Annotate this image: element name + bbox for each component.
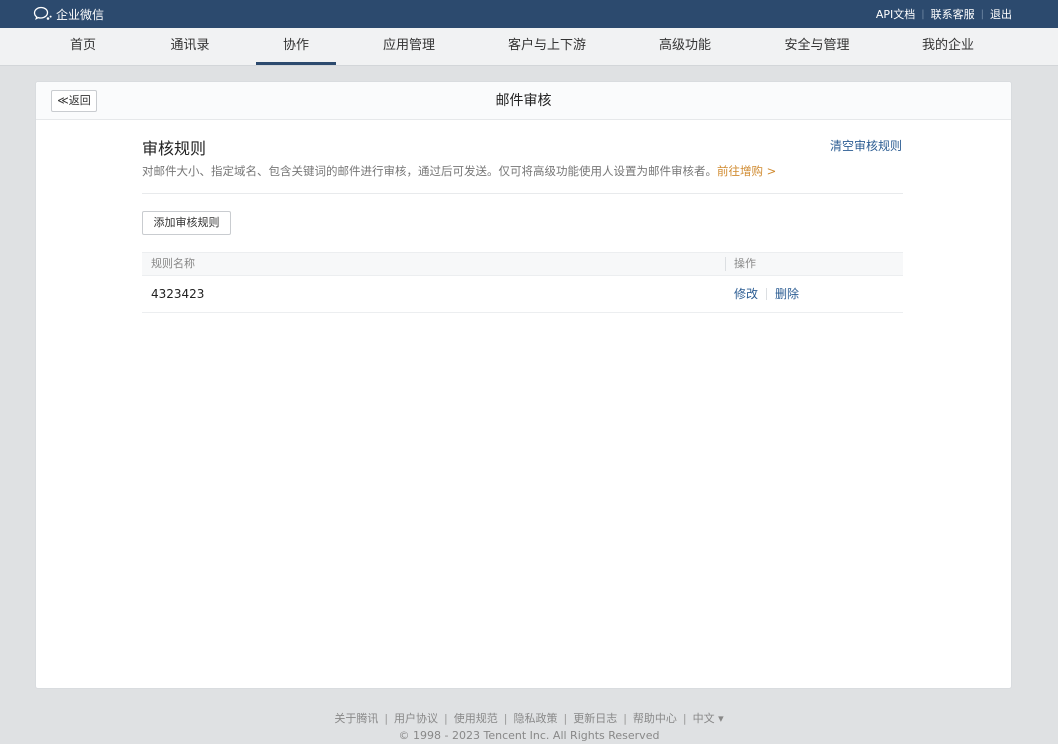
api-docs-link[interactable]: API文档 xyxy=(876,6,915,22)
delete-rule-link[interactable]: 删除 xyxy=(775,276,799,312)
clear-rules-link[interactable]: 清空审核规则 xyxy=(830,137,902,154)
nav-security[interactable]: 安全与管理 xyxy=(784,28,849,65)
nav-contacts[interactable]: 通讯录 xyxy=(170,28,209,65)
nav-collaboration[interactable]: 协作 xyxy=(283,28,309,65)
section-title: 审核规则 xyxy=(142,139,207,158)
header-separator xyxy=(725,257,726,271)
card-header: ≪返回 邮件审核 xyxy=(36,82,1011,120)
mail-review-card: ≪返回 邮件审核 审核规则 清空审核规则 对邮件大小、指定域名、包含关键词的邮件… xyxy=(35,81,1012,689)
main-nav: 首页 通讯录 协作 应用管理 客户与上下游 高级功能 安全与管理 我的企业 xyxy=(0,28,1058,66)
nav-active-indicator xyxy=(256,62,336,65)
footer-privacy[interactable]: 隐私政策 xyxy=(513,712,557,725)
header-actions: 操作 xyxy=(734,257,756,270)
footer-usage-rules[interactable]: 使用规范 xyxy=(454,712,498,725)
top-link-separator: | xyxy=(921,8,925,20)
table-row: 4323423 修改 删除 xyxy=(142,276,903,313)
logout-link[interactable]: 退出 xyxy=(990,6,1012,22)
top-bar: 企业微信 API文档 | 联系客服 | 退出 xyxy=(0,0,1058,28)
rule-name-cell: 4323423 xyxy=(151,287,205,301)
brand-name: 企业微信 xyxy=(56,7,105,22)
footer-user-agreement[interactable]: 用户协议 xyxy=(394,712,438,725)
nav-customers[interactable]: 客户与上下游 xyxy=(508,28,586,65)
nav-my-company[interactable]: 我的企业 xyxy=(922,28,974,65)
footer-links: 关于腾讯 | 用户协议 | 使用规范 | 隐私政策 | 更新日志 | 帮助中心 | 中文 ▾ xyxy=(334,712,724,725)
wecom-logo-icon xyxy=(33,6,52,21)
edit-rule-link[interactable]: 修改 xyxy=(734,276,758,312)
section-divider xyxy=(142,193,903,194)
rules-description: 对邮件大小、指定域名、包含关键词的邮件进行审核，通过后可发送。仅可将高级功能使用… xyxy=(142,163,776,179)
description-text: 对邮件大小、指定域名、包含关键词的邮件进行审核，通过后可发送。仅可将高级功能使用… xyxy=(142,164,717,178)
nav-home[interactable]: 首页 xyxy=(70,28,96,65)
footer-about[interactable]: 关于腾讯 xyxy=(334,712,378,725)
upgrade-link[interactable]: 前往增购 > xyxy=(717,164,776,178)
add-rule-button[interactable]: 添加审核规则 xyxy=(142,211,231,235)
top-links: API文档 | 联系客服 | 退出 xyxy=(876,6,1012,22)
table-header: 规则名称 操作 xyxy=(142,252,903,276)
header-rule-name: 规则名称 xyxy=(151,257,195,270)
footer-help[interactable]: 帮助中心 xyxy=(633,712,677,725)
nav-app-management[interactable]: 应用管理 xyxy=(383,28,435,65)
language-selector[interactable]: 中文 ▾ xyxy=(693,712,724,725)
row-actions: 修改 删除 xyxy=(734,276,799,312)
brand-logo[interactable]: 企业微信 xyxy=(33,6,104,23)
footer-copyright: © 1998 - 2023 Tencent Inc. All Rights Re… xyxy=(398,729,660,742)
action-separator xyxy=(766,288,768,300)
top-link-separator: | xyxy=(980,8,984,20)
nav-advanced[interactable]: 高级功能 xyxy=(659,28,711,65)
page-title: 邮件审核 xyxy=(495,93,552,109)
rules-table: 规则名称 操作 4323423 修改 删除 xyxy=(142,252,903,313)
contact-support-link[interactable]: 联系客服 xyxy=(931,6,975,22)
footer-changelog[interactable]: 更新日志 xyxy=(573,712,617,725)
